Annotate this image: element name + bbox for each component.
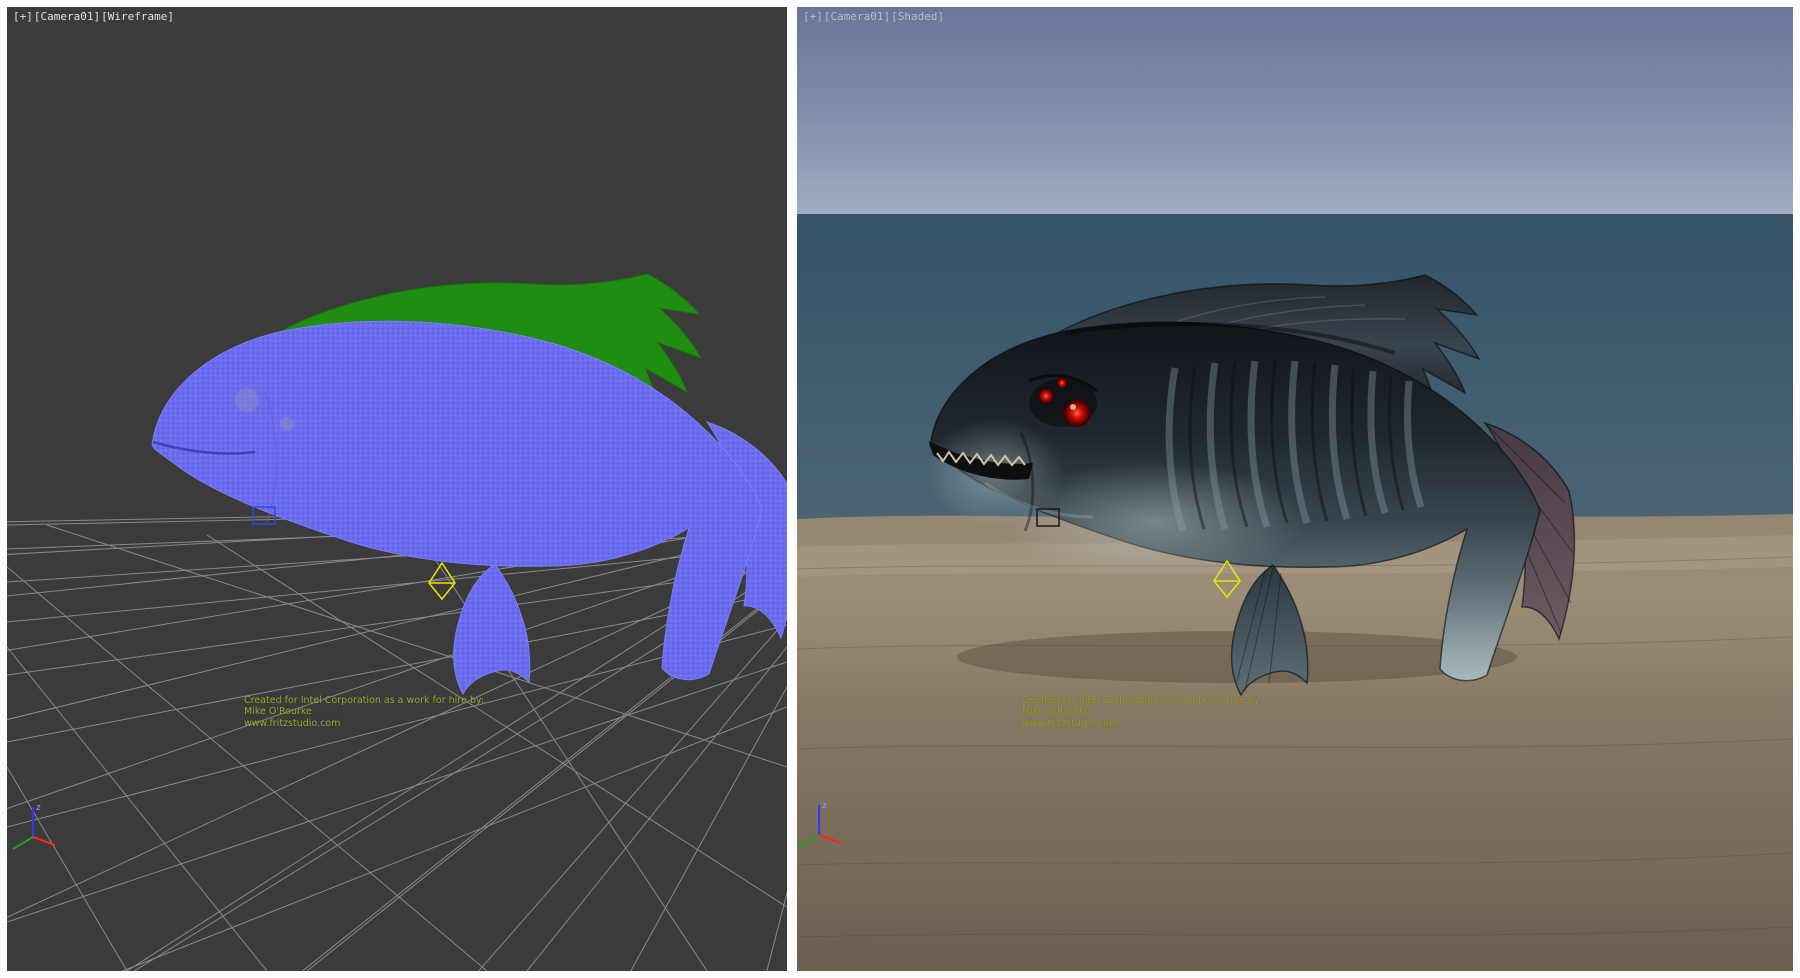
viewport-menu-pov[interactable]: [Camera01] [34,10,100,23]
viewport-wireframe[interactable]: z [+][Camera01][Wireframe] Created for I… [7,7,787,971]
viewport-menu-pov[interactable]: [Camera01] [824,10,890,23]
ground-grid [7,505,787,971]
viewport-shaded[interactable]: z [+][Camera01][Shaded] Created for Inte… [797,7,1793,971]
shaded-canvas[interactable]: z [797,7,1793,971]
watermark-line3: www.fritzstudio.com [244,718,484,729]
ground-terrain [797,514,1793,971]
viewport-layout: z [+][Camera01][Wireframe] Created for I… [0,0,1800,978]
fish-eye-small [1057,378,1068,389]
viewport-menu-general[interactable]: [+] [803,10,823,23]
watermark-line2: Mike O'Rourke [244,706,484,717]
fish-eye-large-highlight [1070,404,1076,410]
axis-z-label: z [822,801,827,811]
axis-z-label: z [36,803,41,813]
axis-tripod: z [13,803,55,849]
fish-eye-large [1063,399,1091,427]
fish-model-wireframe[interactable] [152,274,787,694]
watermark: Created for Intel Corporation as a work … [244,695,484,729]
viewport-label: [+][Camera01][Shaded] [803,10,945,23]
fish-eye-left-large [235,388,259,412]
fish-eye-left-small [280,417,294,431]
fish-pectoral-fin[interactable] [454,564,530,694]
wireframe-canvas[interactable]: z [7,7,787,971]
fish-eye-mid [1038,388,1054,404]
watermark-line1: Created for Intel Corporation as a work … [1022,695,1262,706]
watermark-line1: Created for Intel Corporation as a work … [244,695,484,706]
viewport-menu-shading[interactable]: [Shaded] [891,10,944,23]
viewport-menu-general[interactable]: [+] [13,10,33,23]
viewport-label: [+][Camera01][Wireframe] [13,10,175,23]
watermark: Created for Intel Corporation as a work … [1022,695,1262,729]
watermark-line2: Mike O'Rourke [1022,706,1262,717]
viewport-menu-shading[interactable]: [Wireframe] [101,10,174,23]
watermark-line3: www.fritzstudio.com [1022,718,1262,729]
